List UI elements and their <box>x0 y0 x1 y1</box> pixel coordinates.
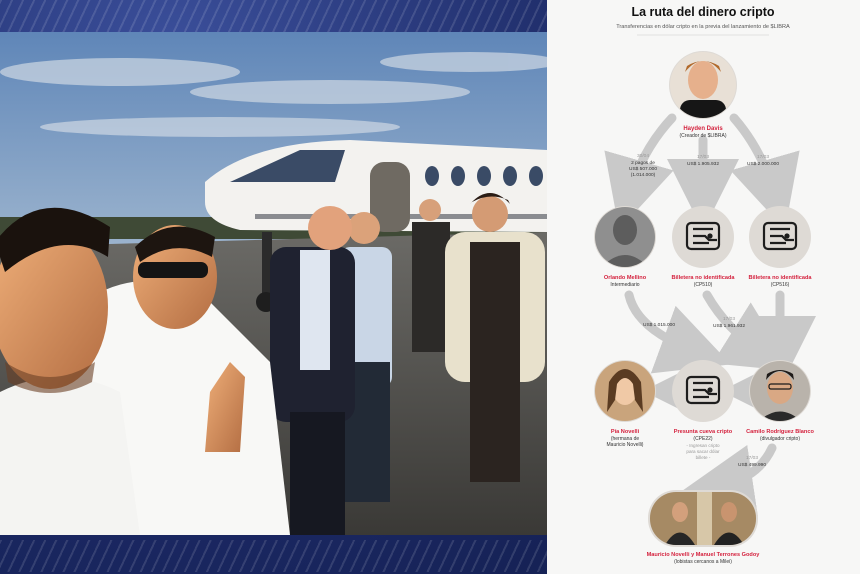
wallet1-role-text: (CP510) <box>694 282 713 288</box>
t1-line1-text: 2 pagos de <box>631 160 655 166</box>
orlando-name-text: Orlando Mellino <box>604 275 647 281</box>
wallet2-name-text: Billetera no identificada <box>748 275 812 281</box>
infographic-title: La ruta del dinero cripto <box>631 5 774 19</box>
t6-label-text: 17/03 <box>746 455 758 461</box>
wallet2-role-text: (CP516) <box>771 282 790 288</box>
decorative-wave-bottom <box>0 540 547 572</box>
hayden-role: (Creador de $LIBRA) <box>680 133 727 139</box>
wallet3-note_line1-text: - Ingresan cripto <box>686 443 720 448</box>
decorative-wave-top <box>0 0 547 32</box>
t5-label-text: 17/03 <box>723 316 735 322</box>
t4-amount-text: US$ 1.015.000 <box>643 322 675 328</box>
node-novelli-terrones: Mauricio Novelli y Manuel Terrones Godoy… <box>647 490 761 565</box>
node-wallet-cp510: Billetera no identificada (CP510) <box>671 206 735 288</box>
pia-name-text: Pía Novelli <box>611 429 640 435</box>
orlando-role-text: Intermediario <box>610 282 639 288</box>
hayden-name: Hayden Davis <box>683 126 723 132</box>
t3-amount-text: US$ 2.000.000 <box>747 161 779 167</box>
t1-label-text: 30/04 <box>637 153 649 159</box>
wallet3-name-text: Presunta cueva cripto <box>674 429 733 435</box>
airport-selfie-photo <box>0 32 547 535</box>
wallet3-role-text: (CPE22) <box>693 436 713 442</box>
camilo-role-text: (divulgador cripto) <box>760 436 800 442</box>
node-wallet-cp516: Billetera no identificada (CP516) <box>748 206 812 288</box>
final-role-text: (lobistas cercanos a Milei) <box>674 559 732 565</box>
wallet1-name-text: Billetera no identificada <box>671 275 735 281</box>
t6-amount-text: US$ 499.990 <box>738 462 766 468</box>
node-camilo-rodriguez-blanco: Camilo Rodríguez Blanco (divulgador crip… <box>746 360 814 442</box>
final-name-text: Mauricio Novelli y Manuel Terrones Godoy <box>647 552 761 558</box>
camilo-name-text: Camilo Rodríguez Blanco <box>746 429 814 435</box>
money-route-infographic: La ruta del dinero cripto Transferencias… <box>547 0 860 574</box>
wallet3-note_line3-text: billete - <box>696 455 711 460</box>
t5-amount-text: US$ 1.961.932 <box>713 323 745 329</box>
transfer-label-t4: US$ 1.015.000 <box>643 322 675 328</box>
t2-amount-text: US$ 1.905.932 <box>687 161 719 167</box>
wallet3-note_line2-text: para sacar dólar <box>686 449 720 454</box>
t2-label-text: 17/03 <box>697 154 709 160</box>
t1-line3-text: (1.014.000) <box>631 172 656 178</box>
pia-role_line2-text: Mauricio Novelli) <box>607 442 644 448</box>
infographic-subtitle: Transferencias en dólar cripto en la pre… <box>616 24 790 30</box>
t1-line2-text: US$ 507.000 <box>629 166 657 172</box>
t3-label-text: 17/03 <box>757 154 769 160</box>
